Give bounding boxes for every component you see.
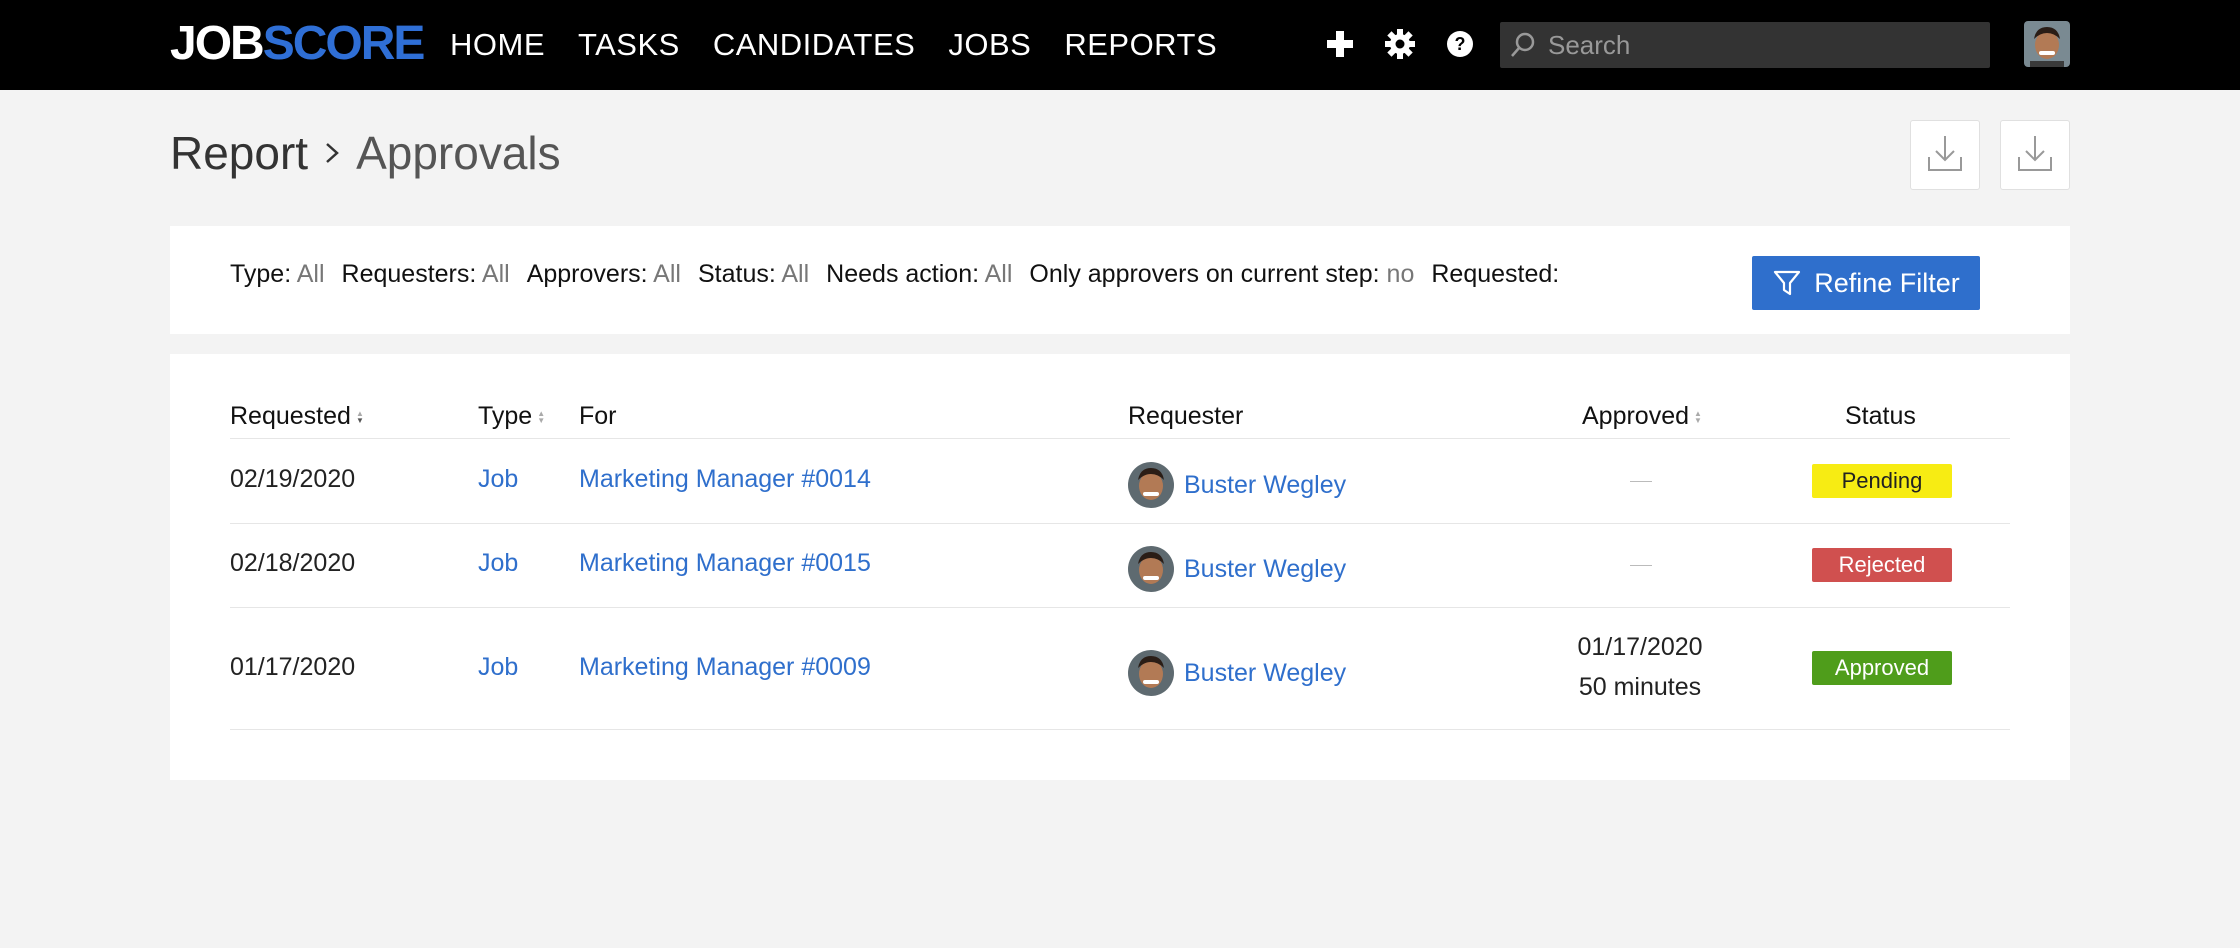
gear-icon[interactable] (1380, 24, 1420, 64)
cell-requester-link[interactable]: Buster Wegley (1184, 471, 1346, 500)
filter-requesters[interactable]: Requesters: All (342, 260, 510, 289)
cell-type-link[interactable]: Job (478, 653, 518, 682)
filter-status[interactable]: Status: All (698, 260, 809, 289)
search-icon (1500, 22, 1546, 68)
refine-filter-label: Refine Filter (1814, 267, 1960, 298)
requester-avatar (1128, 650, 1174, 696)
status-badge-rejected: Rejected (1812, 548, 1952, 582)
filter-value: All (296, 260, 325, 288)
filter-value: All (984, 260, 1013, 288)
download-icon (1927, 133, 1963, 178)
filter-panel: Type: All Requesters: All Approvers: All… (170, 226, 2070, 334)
col-header-requested[interactable]: Requested ▲ ▼ (230, 402, 364, 431)
col-header-label: Requested (230, 402, 351, 430)
nav-home[interactable]: HOME (450, 27, 545, 63)
help-icon[interactable]: ? (1440, 24, 1480, 64)
status-badge-approved: Approved (1812, 651, 1952, 685)
refine-filter-button[interactable]: Refine Filter (1752, 256, 1980, 310)
col-header-label: Approved (1582, 402, 1690, 430)
requester-avatar (1128, 462, 1174, 508)
chevron-right-icon (322, 138, 342, 168)
col-header-label: Type (478, 402, 533, 430)
approved-duration: 50 minutes (1578, 673, 1702, 701)
filter-label: Type: (230, 260, 292, 288)
filter-needs-action[interactable]: Needs action: All (826, 260, 1012, 289)
col-header-label: Requester (1128, 402, 1244, 430)
download-icon (2017, 133, 2053, 178)
row-divider (230, 729, 2010, 730)
download-button-2[interactable] (2000, 120, 2070, 190)
sort-icon: ▲ ▼ (1694, 408, 1702, 425)
breadcrumb: Report Approvals (170, 126, 561, 180)
col-header-type[interactable]: Type ▲ ▼ (478, 402, 545, 431)
svg-text:?: ? (1455, 34, 1466, 54)
filter-current-step[interactable]: Only approvers on current step: no (1029, 260, 1414, 289)
cell-requester-link[interactable]: Buster Wegley (1184, 555, 1346, 584)
col-header-label: For (579, 402, 617, 430)
filter-requested[interactable]: Requested: (1431, 260, 1559, 289)
nav-reports[interactable]: REPORTS (1064, 27, 1217, 63)
filter-label: Approvers: (526, 260, 648, 288)
filter-value: All (481, 260, 510, 288)
cell-requested: 02/18/2020 (230, 549, 356, 577)
filter-value: All (781, 260, 810, 288)
nav-candidates[interactable]: CANDIDATES (713, 27, 916, 63)
jobscore-logo[interactable]: JOBSCORE (170, 16, 426, 72)
search-box[interactable] (1500, 22, 1990, 68)
cell-requester-link[interactable]: Buster Wegley (1184, 659, 1346, 688)
download-button-1[interactable] (1910, 120, 1980, 190)
empty-approved-dash (1630, 565, 1652, 566)
cell-type-link[interactable]: Job (478, 549, 518, 578)
filter-value: no (1386, 260, 1415, 288)
col-header-approved[interactable]: Approved ▲ ▼ (1582, 402, 1702, 431)
empty-approved-dash (1630, 481, 1652, 482)
breadcrumb-root[interactable]: Report (170, 126, 308, 180)
plus-icon[interactable] (1320, 24, 1360, 64)
row-divider (230, 523, 2010, 524)
cell-approved: 01/17/2020 50 minutes (1540, 627, 1740, 707)
logo-part-2: SCORE (262, 17, 426, 70)
filter-label: Requested: (1431, 260, 1560, 288)
col-header-label: Status (1845, 402, 1916, 430)
filter-icon (1774, 270, 1801, 296)
cell-requested: 02/19/2020 (230, 465, 356, 493)
filter-label: Needs action: (826, 260, 980, 288)
nav-jobs[interactable]: JOBS (948, 27, 1031, 63)
requester-avatar (1128, 546, 1174, 592)
logo-part-1: JOB (170, 17, 265, 70)
top-navbar: JOBSCORE HOME TASKS CANDIDATES JOBS REPO… (0, 0, 2240, 90)
user-avatar[interactable] (2024, 21, 2070, 67)
cell-for-link[interactable]: Marketing Manager #0014 (579, 465, 871, 494)
approved-date: 01/17/2020 (1577, 633, 1703, 661)
filter-label: Requesters: (341, 260, 477, 288)
col-header-status: Status (1845, 402, 1916, 431)
cell-for-link[interactable]: Marketing Manager #0009 (579, 653, 871, 682)
breadcrumb-current: Approvals (356, 127, 561, 179)
status-badge-pending: Pending (1812, 464, 1952, 498)
approvals-table: Requested ▲ ▼ Type ▲ ▼ For Requester Appro… (170, 354, 2070, 780)
header-divider (230, 438, 2010, 439)
search-input[interactable] (1546, 28, 1970, 62)
cell-requested: 01/17/2020 (230, 653, 356, 681)
sort-icon: ▲ ▼ (355, 408, 364, 425)
main-nav: HOME TASKS CANDIDATES JOBS REPORTS (450, 0, 1250, 90)
row-divider (230, 607, 2010, 608)
nav-tasks[interactable]: TASKS (578, 27, 680, 63)
col-header-for: For (579, 402, 617, 431)
filter-label: Status: (697, 260, 776, 288)
cell-for-link[interactable]: Marketing Manager #0015 (579, 549, 871, 578)
col-header-requester: Requester (1128, 402, 1243, 431)
cell-type-link[interactable]: Job (478, 465, 518, 494)
filter-value: All (653, 260, 681, 288)
filter-label: Only approvers on current step: (1029, 260, 1380, 288)
sort-icon: ▲ ▼ (537, 408, 546, 425)
filter-approvers[interactable]: Approvers: All (527, 260, 681, 289)
filter-summary: Type: All Requesters: All Approvers: All… (230, 260, 1576, 289)
filter-type[interactable]: Type: All (230, 260, 325, 289)
